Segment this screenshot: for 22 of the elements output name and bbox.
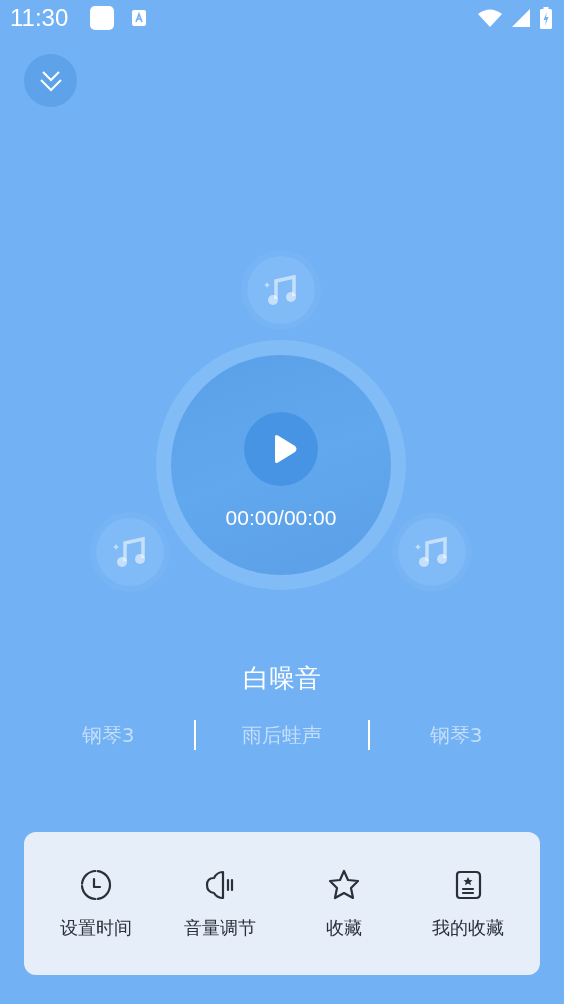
music-note-button[interactable] — [247, 256, 315, 324]
wifi-icon — [478, 8, 502, 28]
clock-icon — [79, 867, 113, 902]
signal-icon — [512, 9, 530, 27]
action-item[interactable]: 音量调节 — [165, 867, 275, 940]
keyboard-notification-icon — [132, 10, 147, 26]
action-label: 音量调节 — [184, 915, 256, 940]
action-item[interactable]: 收藏 — [289, 867, 399, 940]
status-time: 11:30 — [10, 6, 69, 30]
notification-icon — [90, 6, 115, 30]
action-label: 我的收藏 — [432, 915, 504, 940]
sound-title: 白噪音 — [242, 662, 322, 695]
music-note-button[interactable] — [398, 518, 466, 586]
collapse-button[interactable] — [24, 54, 77, 107]
star-icon — [327, 867, 361, 902]
action-label: 收藏 — [326, 915, 362, 940]
music-note-button[interactable] — [96, 518, 164, 586]
action-item[interactable]: 设置时间 — [41, 867, 151, 940]
playback-time: 00:00/00:00 — [225, 506, 337, 530]
action-label: 设置时间 — [60, 915, 132, 940]
action-item[interactable]: 我的收藏 — [413, 867, 523, 940]
battery-icon — [540, 7, 552, 29]
